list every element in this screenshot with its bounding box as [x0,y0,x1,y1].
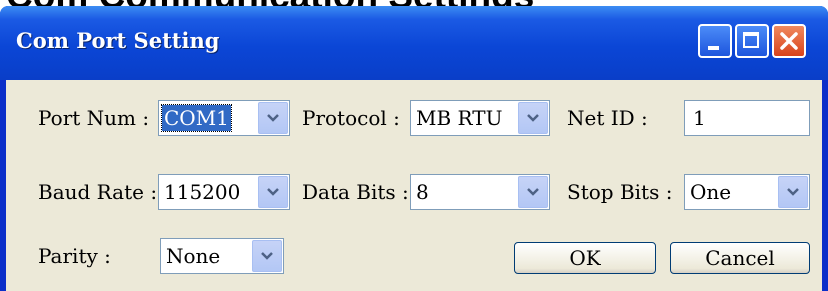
com-port-setting-dialog: Com Port Setting Port Num : COM1 Protoco… [0,6,828,291]
maximize-icon[interactable] [735,24,769,58]
minimize-icon[interactable] [698,24,732,58]
baud-rate-value: 115200 [164,180,241,204]
chevron-down-icon [261,252,273,260]
stop-bits-value: One [690,180,732,204]
protocol-label: Protocol : [302,106,400,130]
stop-bits-dropdown-button[interactable] [778,176,808,208]
parity-label: Parity : [38,244,111,268]
protocol-value: MB RTU [416,106,503,130]
baud-rate-dropdown-button[interactable] [258,176,288,208]
net-id-field[interactable] [684,100,810,136]
chevron-down-icon [267,114,279,122]
port-num-value: COM1 [161,104,232,132]
parity-value: None [166,244,221,268]
port-num-select[interactable]: COM1 [158,100,290,136]
net-id-label: Net ID : [567,106,648,130]
window-title: Com Port Setting [16,28,220,53]
stop-bits-select[interactable]: One [684,174,810,210]
parity-dropdown-button[interactable] [252,240,282,272]
chevron-down-icon [527,188,539,196]
dialog-body: Port Num : COM1 Protocol : MB RTU Net ID… [6,80,822,291]
close-icon[interactable] [772,24,806,58]
net-id-input[interactable] [685,101,809,135]
baud-rate-select[interactable]: 115200 [158,174,290,210]
port-num-dropdown-button[interactable] [258,102,288,134]
data-bits-select[interactable]: 8 [410,174,550,210]
protocol-dropdown-button[interactable] [518,102,548,134]
parity-select[interactable]: None [160,238,284,274]
chevron-down-icon [527,114,539,122]
cancel-button[interactable]: Cancel [670,242,810,274]
data-bits-dropdown-button[interactable] [518,176,548,208]
ok-button[interactable]: OK [514,242,656,274]
chevron-down-icon [267,188,279,196]
data-bits-value: 8 [416,180,429,204]
data-bits-label: Data Bits : [302,180,409,204]
protocol-select[interactable]: MB RTU [410,100,550,136]
baud-rate-label: Baud Rate : [38,180,158,204]
stop-bits-label: Stop Bits : [567,180,673,204]
port-num-label: Port Num : [38,106,150,130]
title-bar[interactable]: Com Port Setting [0,6,828,80]
chevron-down-icon [787,188,799,196]
